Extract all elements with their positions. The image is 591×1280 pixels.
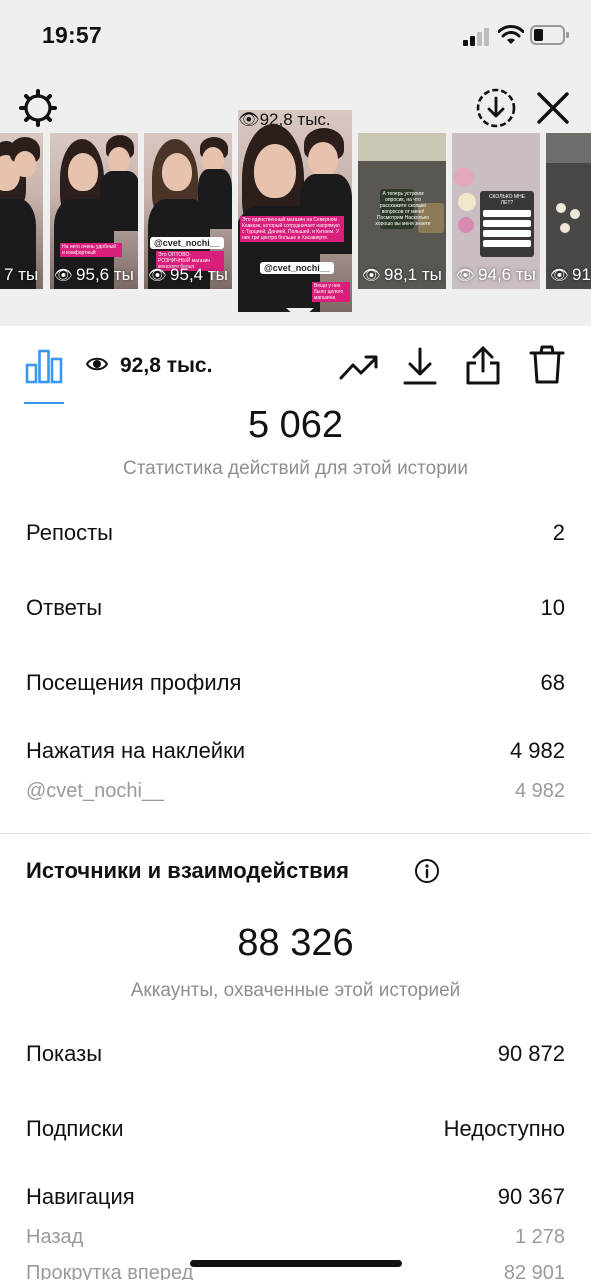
battery-icon — [530, 25, 569, 45]
active-pointer — [286, 308, 314, 320]
row-label-impressions: Показы — [26, 1041, 103, 1066]
row-label-forward: Прокрутка вперед — [26, 1262, 194, 1280]
row-value-sticker: 4 982 — [514, 780, 565, 802]
row-label-reposts: Репосты — [26, 520, 113, 545]
thumb-views-5: 98,1 ты — [384, 265, 442, 284]
action-bar: 92,8 тыс. — [0, 326, 591, 406]
gear-icon[interactable] — [18, 88, 58, 128]
wifi-icon — [498, 25, 524, 44]
story-thumbnail[interactable]: СКОЛЬКО МНЕ ЛЕТ? 👁 94,6 ты — [452, 133, 540, 289]
interactions-subtitle: Статистика действий для этой истории — [122, 458, 469, 479]
active-bottom-caption: Вещи у них было целого магазина — [314, 283, 344, 301]
row-value-reposts: 2 — [552, 520, 565, 545]
eye-icon: 👁 — [238, 110, 260, 129]
story-header: 19:57 7 ты На него очень удобный и комфо… — [0, 0, 591, 326]
row-value-forward: 82 901 — [503, 1262, 565, 1280]
bar-chart-icon[interactable] — [24, 348, 64, 384]
story-thumbnail-active[interactable]: Это единственный магазин на Северном Кав… — [238, 110, 352, 312]
cellular-signal-icon — [463, 28, 489, 46]
row-label-sticker-taps: Нажатия на наклейки — [26, 738, 246, 763]
thumb-views-2: 95,6 ты — [76, 265, 134, 284]
share-icon[interactable] — [464, 344, 502, 386]
story-thumbnail[interactable]: А теперь устроим опросик, на что расскаж… — [358, 133, 446, 289]
interactions-total: 5 062 — [247, 404, 344, 446]
story-thumbnail[interactable]: 👁 91 — [546, 133, 591, 289]
status-bar: 19:57 — [0, 0, 591, 72]
trend-icon[interactable] — [338, 348, 380, 384]
eye-icon — [86, 357, 108, 371]
trash-icon[interactable] — [528, 344, 566, 386]
home-indicator[interactable] — [190, 1260, 402, 1267]
row-value-navigation: 90 367 — [497, 1184, 565, 1209]
row-label-navigation: Навигация — [26, 1184, 135, 1209]
thumb5-text: А теперь устроим опросик, на что расскаж… — [375, 191, 431, 227]
row-value-impressions: 90 872 — [497, 1041, 565, 1066]
row-value-back: 1 278 — [514, 1226, 565, 1248]
eye-icon: 👁 — [54, 267, 74, 284]
thumb2-caption: На него очень удобный и комфортный — [62, 244, 117, 256]
download-icon[interactable] — [402, 346, 438, 386]
info-icon[interactable] — [414, 858, 440, 884]
row-value-profile-visits: 68 — [540, 670, 565, 695]
story-thumbnail[interactable]: На него очень удобный и комфортный 👁 95,6… — [50, 133, 138, 289]
row-label-follows: Подписки — [26, 1116, 124, 1141]
row-label-back: Назад — [26, 1226, 84, 1248]
status-time: 19:57 — [42, 22, 102, 48]
thumb3-sticker: @cvet_nochi__ — [154, 238, 220, 248]
close-icon[interactable] — [533, 88, 573, 128]
story-thumbnail[interactable]: 7 ты — [0, 133, 43, 289]
row-label-sticker: @cvet_nochi__ — [26, 780, 165, 802]
row-value-replies: 10 — [540, 595, 565, 620]
story-thumbnail[interactable]: @cvet_nochi__ Это ОПТОВО- РОЗНИЧНЫЙ мага… — [144, 133, 232, 289]
thumb-views-6: 94,6 ты — [478, 265, 536, 284]
eye-icon: 👁 — [148, 267, 168, 284]
view-count: 92,8 тыс. — [120, 354, 213, 377]
row-value-sticker-taps: 4 982 — [509, 738, 565, 763]
reach-total: 88 326 — [237, 922, 354, 964]
eye-icon: 👁 — [550, 267, 570, 284]
discovery-title: Источники и взаимодействия — [26, 858, 349, 883]
download-circle-icon[interactable] — [474, 86, 518, 130]
active-caption: Это единственный магазин на Северном Кав… — [242, 217, 340, 241]
reach-subtitle: Аккаунты, охваченные этой историей — [130, 980, 461, 1001]
row-label-profile-visits: Посещения профиля — [26, 670, 242, 695]
thumb-views-1: 7 ты — [4, 265, 39, 284]
thumb6-title: СКОЛЬКО МНЕ ЛЕТ? — [488, 194, 526, 206]
thumb-views-3: 95,4 ты — [170, 265, 228, 284]
row-value-follows: Недоступно — [443, 1116, 565, 1141]
thumb-views-7: 91 — [572, 265, 591, 284]
row-label-replies: Ответы — [26, 595, 103, 620]
active-sticker: @cvet_nochi__ — [264, 263, 330, 273]
section-divider — [0, 833, 591, 834]
eye-icon: 👁 — [362, 267, 382, 284]
eye-icon: 👁 — [456, 267, 476, 284]
